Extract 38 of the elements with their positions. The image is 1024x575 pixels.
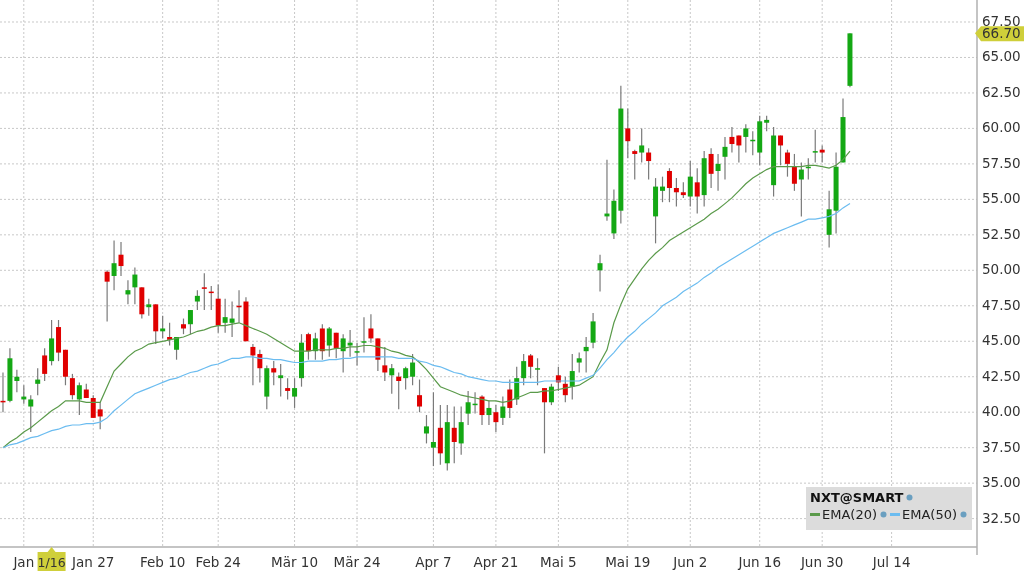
price-marker: 66.70 [975, 25, 1024, 42]
axis-label: Jun 30 [800, 554, 844, 570]
axis-label: Jun 16 [738, 554, 781, 570]
axis-label: Jan [13, 554, 35, 570]
axis-label: Mai 19 [605, 554, 651, 570]
axis-label: Jul 14 [872, 554, 911, 570]
axis-label: Jun 2 [673, 554, 708, 570]
axis-label: 60.00 [982, 119, 1021, 136]
axis-label: Mai 5 [540, 554, 577, 570]
axis-label: 62.50 [982, 83, 1021, 100]
axis-label: Feb 24 [195, 554, 241, 570]
axis-label: 50.00 [982, 261, 1021, 278]
axis-label: 37.50 [982, 438, 1021, 455]
axis-label: Mär 24 [333, 554, 381, 570]
candlestick [597, 254, 603, 293]
axis-label: 47.50 [982, 296, 1021, 313]
dot-icon[interactable] [905, 493, 915, 502]
axis-label: Mär 10 [271, 554, 319, 570]
cursor-date-label: 1/16 [37, 547, 66, 571]
axis-label: 35.00 [982, 474, 1021, 491]
axis-label: 32.50 [982, 509, 1021, 526]
legend-label: EMA(20) [822, 507, 877, 522]
dot-icon[interactable] [879, 510, 888, 519]
dot-icon[interactable] [959, 510, 968, 519]
axis-label: Jan 27 [72, 554, 115, 570]
axis-label: 57.50 [982, 154, 1021, 171]
axis-label: 52.50 [982, 225, 1021, 242]
axis-label: Feb 10 [139, 554, 186, 570]
axis-label: 40.00 [982, 403, 1021, 420]
axis-label: Apr 7 [415, 554, 452, 570]
axis-label: 45.00 [982, 332, 1021, 349]
axis-label: 42.50 [982, 367, 1021, 384]
legend-label: EMA(50) [902, 507, 957, 522]
axis-label: 55.00 [982, 190, 1021, 207]
candlestick [847, 32, 853, 88]
axis-label: Apr 21 [473, 554, 519, 570]
axis-label: 65.00 [982, 48, 1021, 65]
legend-title: NXT@SMART [810, 490, 904, 505]
